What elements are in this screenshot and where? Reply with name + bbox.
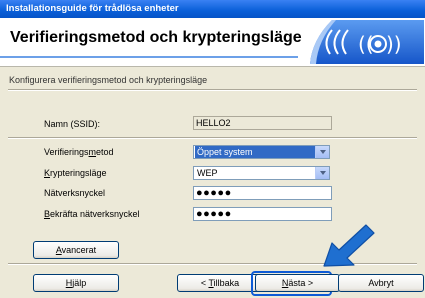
window-titlebar[interactable]: Installationsguide för trådlösa enheter: [0, 0, 425, 18]
network-key-input[interactable]: ●●●●●: [193, 186, 332, 200]
ssid-value: HELLO2: [196, 118, 231, 128]
auth-method-value: Öppet system: [195, 146, 315, 158]
wifi-waves-logo-icon: (( )): [310, 20, 424, 64]
chevron-down-icon[interactable]: [315, 167, 329, 179]
auth-method-select[interactable]: Öppet system: [193, 145, 330, 159]
confirm-key-input[interactable]: ●●●●●: [193, 207, 332, 221]
chevron-down-icon[interactable]: [315, 146, 329, 158]
advanced-button[interactable]: Avancerat: [33, 241, 119, 259]
svg-text:((: ((: [358, 32, 374, 56]
divider-middle: [8, 137, 417, 139]
page-title: Verifieringsmetod och krypteringsläge: [10, 29, 302, 46]
blue-pointer-arrow-icon: [323, 224, 375, 267]
ssid-label: Namn (SSID):: [44, 119, 101, 129]
header-underline: [0, 56, 298, 58]
confirm-key-value: ●●●●●: [196, 208, 232, 220]
instruction-text: Konfigurera verifieringsmetod och krypte…: [9, 75, 208, 85]
network-key-label: Nätverksnyckel: [44, 188, 106, 198]
encryption-value: WEP: [197, 168, 218, 178]
network-key-value: ●●●●●: [196, 187, 232, 199]
window-title: Installationsguide för trådlösa enheter: [6, 3, 179, 14]
divider-top: [8, 89, 417, 91]
encryption-select[interactable]: WEP: [193, 166, 330, 180]
encryption-label: Krypteringsläge: [44, 168, 107, 178]
dialog-header: Verifieringsmetod och krypteringsläge ((…: [0, 18, 425, 67]
cancel-button[interactable]: Avbryt: [338, 274, 424, 292]
auth-method-label: Verifieringsmetod: [44, 147, 114, 157]
svg-text:)): )): [386, 32, 402, 56]
next-button[interactable]: Nästa >: [255, 274, 340, 292]
confirm-key-label: Bekräfta nätverksnyckel: [44, 209, 140, 219]
help-button[interactable]: Hjälp: [33, 274, 119, 292]
ssid-field: HELLO2: [193, 116, 332, 130]
